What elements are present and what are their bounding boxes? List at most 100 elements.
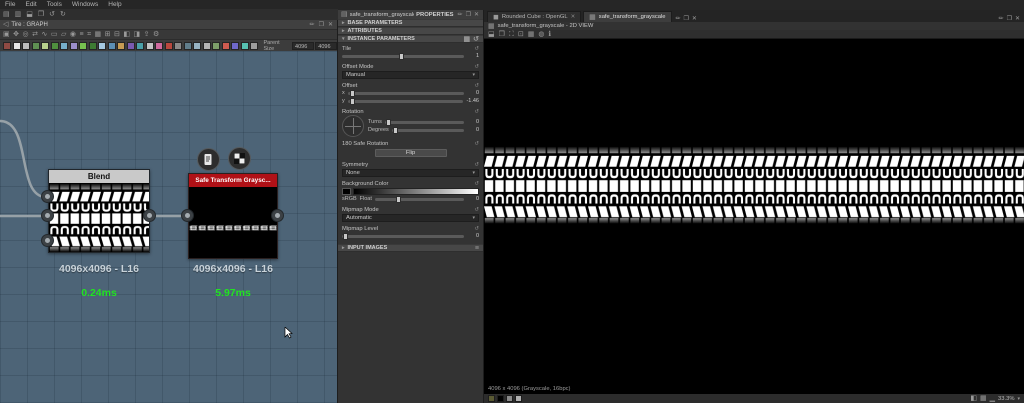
mipmap-mode-dropdown[interactable]: Automatic ▾ — [342, 214, 479, 222]
mipmap-level-slider[interactable] — [342, 232, 464, 240]
safe-transform-output-pin[interactable] — [271, 209, 284, 222]
close-properties-icon[interactable]: ✕ — [474, 11, 480, 18]
offset-mode-dropdown[interactable]: Manual ▾ — [342, 71, 479, 79]
material-icon[interactable]: ◨ — [134, 31, 141, 38]
close-panel-icon[interactable]: ✕ — [328, 21, 334, 28]
align-icon[interactable]: ≡ — [79, 31, 83, 38]
turns-value[interactable]: 0 — [467, 119, 479, 125]
close-view-icon[interactable]: ✕ — [692, 15, 698, 22]
node-type-icon[interactable] — [231, 41, 239, 50]
background-color-gradient[interactable] — [353, 188, 479, 195]
reset-icon[interactable]: ↺ — [474, 141, 479, 147]
pan-icon[interactable]: ✥ — [13, 31, 19, 38]
blend-output-pin[interactable] — [143, 209, 156, 222]
node-type-icon[interactable] — [212, 41, 220, 50]
comment-icon[interactable]: ▱ — [61, 31, 66, 38]
node-type-icon[interactable] — [221, 41, 230, 50]
float-label[interactable]: Float — [360, 196, 372, 202]
node-type-icon[interactable] — [22, 41, 30, 50]
move-icon[interactable]: ⇄ — [32, 31, 38, 38]
node-type-icon[interactable] — [50, 41, 59, 50]
tab-2d-view[interactable]: ▦ safe_transform_grayscale — [583, 11, 672, 22]
turns-slider[interactable] — [384, 118, 464, 126]
background-color-slider[interactable] — [374, 195, 464, 203]
view-2d-badge[interactable] — [228, 147, 251, 170]
tile-slider[interactable] — [342, 52, 464, 60]
blend-input-pin-2[interactable] — [41, 209, 54, 222]
parent-width-dropdown[interactable]: 4096 ▾ — [292, 41, 314, 58]
tiling-toggle-icon[interactable]: ▦ — [980, 395, 987, 402]
list-icon[interactable]: ≡ — [475, 245, 479, 252]
node-type-icon[interactable] — [117, 41, 125, 50]
channel-icon[interactable] — [497, 395, 504, 402]
fit-icon[interactable]: ⛶ — [509, 31, 514, 38]
reset-icon[interactable]: ↺ — [474, 109, 479, 115]
tiling-icon[interactable]: ▦ — [528, 31, 535, 38]
menu-edit[interactable]: Edit — [24, 1, 37, 8]
node-type-icon[interactable] — [126, 41, 135, 50]
menu-tools[interactable]: Tools — [46, 1, 63, 8]
compact-icon[interactable]: ⊟ — [114, 31, 120, 38]
node-type-icon[interactable] — [107, 41, 116, 50]
tab-3d-view[interactable]: ◼ Rounded Cube : OpenGL ✕ — [487, 11, 582, 22]
safe-transform-node[interactable]: Safe Transform Graysc... — [188, 173, 278, 259]
float-view-icon[interactable]: ❐ — [684, 15, 690, 22]
node-type-icon[interactable] — [164, 41, 173, 50]
edit-window-icon[interactable]: ✏ — [999, 15, 1005, 22]
layout-icon[interactable]: ⊞ — [105, 31, 111, 38]
edit-view-icon[interactable]: ✏ — [676, 15, 682, 22]
zoom-icon[interactable]: ◎ — [23, 31, 29, 38]
rotation-dial[interactable] — [342, 115, 364, 137]
parent-height-dropdown[interactable]: 4096 ▾ — [315, 41, 337, 58]
node-type-icon[interactable] — [183, 41, 192, 50]
chevron-down-icon[interactable]: ▾ — [1017, 396, 1020, 402]
node-type-icon[interactable] — [202, 41, 211, 50]
safe-transform-input-pin[interactable] — [181, 209, 194, 222]
undo-icon[interactable]: ↺ — [49, 11, 55, 18]
save-icon[interactable]: ⬓ — [26, 11, 33, 18]
settings-icon[interactable]: ⚙ — [153, 31, 159, 38]
reset-icon[interactable]: ↺ — [474, 207, 479, 213]
channel-icon[interactable] — [506, 395, 513, 402]
close-tab-icon[interactable]: ✕ — [571, 14, 576, 20]
edit-properties-icon[interactable]: ✏ — [458, 11, 464, 18]
copy-icon[interactable]: ❐ — [38, 11, 44, 18]
info-icon[interactable]: ℹ — [548, 31, 551, 38]
export-icon[interactable]: ⇪ — [144, 31, 150, 38]
link-icon[interactable]: ∿ — [41, 31, 47, 38]
frame-icon[interactable]: ▭ — [51, 31, 58, 38]
graph-tab-title[interactable]: Tire : GRAPH — [11, 22, 47, 28]
node-type-icon[interactable] — [174, 41, 182, 50]
offset-x-value[interactable]: 0 — [467, 90, 479, 96]
menu-help[interactable]: Help — [107, 1, 122, 8]
menu-windows[interactable]: Windows — [71, 1, 99, 8]
section-attributes[interactable]: ▸ ATTRIBUTES — [338, 27, 483, 35]
offset-x-slider[interactable] — [347, 89, 464, 97]
reset-icon[interactable]: ↺ — [474, 181, 479, 187]
edit-panel-icon[interactable]: ✏ — [310, 21, 316, 28]
view-output-badge[interactable] — [197, 148, 220, 171]
node-type-icon[interactable] — [69, 41, 78, 50]
offset-y-slider[interactable] — [347, 97, 464, 105]
node-type-icon[interactable] — [193, 41, 201, 50]
pin-icon[interactable]: ◉ — [70, 31, 76, 38]
close-window-icon[interactable]: ✕ — [1015, 15, 1021, 22]
reset-icon[interactable]: ↺ — [474, 46, 479, 52]
flip-button[interactable]: Flip — [374, 149, 447, 157]
reset-icon[interactable]: ↺ — [474, 226, 479, 232]
section-base-parameters[interactable]: ▸ BASE PARAMETERS — [338, 19, 483, 27]
section-instance-parameters[interactable]: ▾ INSTANCE PARAMETERS ▦ ↺ — [338, 35, 483, 43]
mipmap-level-value[interactable]: 0 — [467, 233, 479, 239]
degrees-value[interactable]: 0 — [467, 127, 479, 133]
srgb-label[interactable]: sRGB — [342, 196, 357, 202]
select-icon[interactable]: ▣ — [3, 31, 10, 38]
node-type-icon[interactable] — [31, 41, 40, 50]
reset-icon[interactable]: ↺ — [474, 162, 479, 168]
copy-view-icon[interactable]: ❐ — [499, 31, 505, 38]
open-file-icon[interactable]: ▥ — [15, 11, 22, 18]
menu-file[interactable]: File — [4, 1, 16, 8]
node-type-icon[interactable] — [136, 41, 144, 50]
histogram-icon[interactable]: ▁ — [990, 395, 995, 402]
reset-all-icon[interactable]: ↺ — [473, 36, 479, 43]
node-type-icon[interactable] — [250, 41, 258, 50]
